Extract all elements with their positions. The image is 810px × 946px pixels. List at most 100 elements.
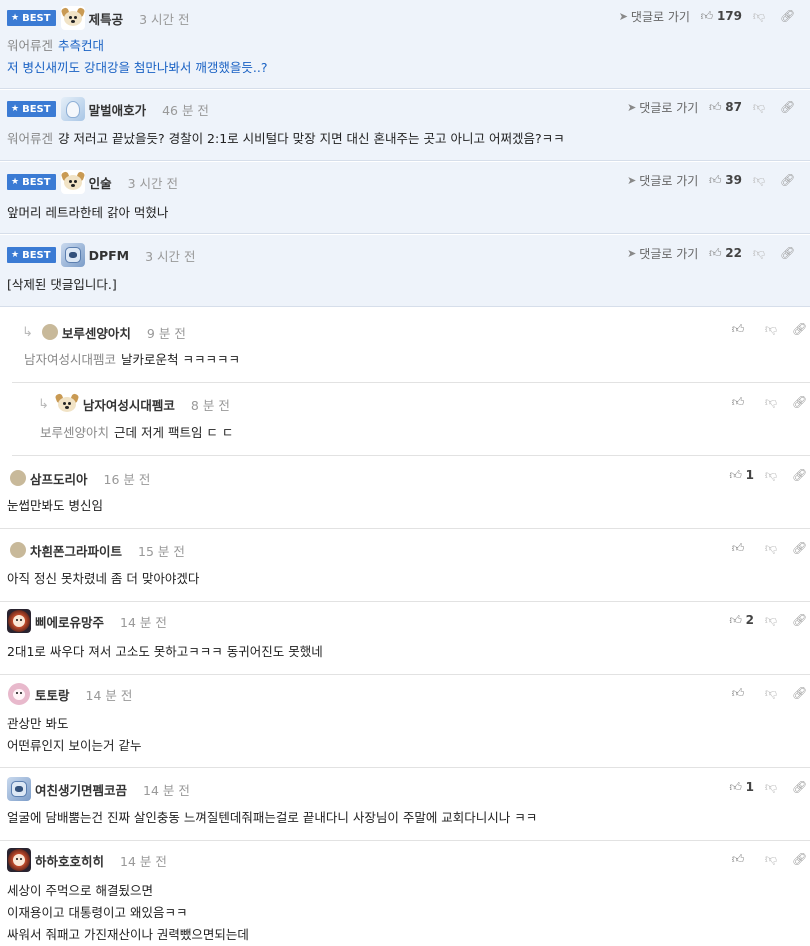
- avatar[interactable]: [54, 392, 79, 416]
- thumbs-up-icon: 👍︎: [709, 172, 722, 187]
- thumbs-down-icon[interactable]: 👎︎: [752, 100, 766, 115]
- upvote-count: 1: [745, 780, 754, 794]
- upvote-button[interactable]: 👍︎: [731, 852, 754, 867]
- comment: ★ BEST 인술 3 시간 전 ➤ 댓글로 가기 👍︎ 39 👎︎ 🔗︎ 앞머리 레…: [0, 162, 810, 234]
- avatar[interactable]: [10, 470, 26, 486]
- go-to-reply-link[interactable]: ➤ 댓글로 가기: [627, 99, 698, 116]
- avatar[interactable]: [41, 324, 58, 340]
- thumbs-up-icon: 👍︎: [709, 99, 722, 114]
- avatar[interactable]: [60, 170, 85, 194]
- nickname[interactable]: 남자여성시대펨코: [83, 395, 175, 414]
- link-icon[interactable]: 🔗︎: [792, 780, 807, 794]
- link-icon[interactable]: 🔗︎: [792, 541, 807, 555]
- upvote-button[interactable]: 👍︎ 179: [700, 9, 742, 24]
- thumbs-up-icon: 👍︎: [731, 851, 745, 866]
- thumbs-down-icon[interactable]: 👎︎: [764, 468, 778, 483]
- go-to-reply-link[interactable]: ➤ 댓글로 가기: [619, 8, 690, 25]
- upvote-button[interactable]: 👍︎: [731, 322, 754, 337]
- thumbs-down-icon[interactable]: 👎︎: [752, 9, 766, 24]
- upvote-button[interactable]: 👍︎ 39: [708, 173, 742, 188]
- nickname[interactable]: 보루센양아치: [62, 323, 131, 342]
- comment-body: 앞머리 레트라한테 갉아 먹혔나: [7, 205, 169, 220]
- upvote-count: 22: [725, 246, 742, 260]
- reply-comment: ↳ 남자여성시대펨코 8 분 전 👍︎ 👎︎ 🔗︎ 보루센양아치 근데 저게 팩트…: [12, 384, 810, 456]
- link-icon[interactable]: 🔗︎: [780, 9, 795, 23]
- paper-plane-icon: ➤: [627, 100, 637, 114]
- link-icon[interactable]: 🔗︎: [792, 468, 807, 482]
- mention[interactable]: 워어류겐: [7, 131, 53, 146]
- go-to-reply-link[interactable]: ➤ 댓글로 가기: [627, 172, 698, 189]
- nickname[interactable]: 삼프도리아: [30, 469, 88, 488]
- nickname[interactable]: 삐에로유망주: [35, 612, 104, 631]
- comment: 여친생기면펨코끔 14 분 전 👍︎ 1 👎︎ 🔗︎ 얼굴에 담배뿜는건 진짜 살…: [0, 769, 810, 841]
- avatar[interactable]: [7, 609, 31, 633]
- avatar[interactable]: [60, 6, 85, 30]
- comment: 삐에로유망주 14 분 전 👍︎ 2 👎︎ 🔗︎ 2대1로 싸우다 져서 고소도 …: [0, 603, 810, 675]
- link-icon[interactable]: 🔗︎: [792, 322, 807, 336]
- nickname[interactable]: 차흰폰그라파이트: [30, 541, 122, 560]
- timestamp: 15 분 전: [138, 543, 185, 559]
- mention[interactable]: 남자여성시대펨코: [24, 352, 116, 367]
- avatar[interactable]: [60, 243, 85, 267]
- link-icon[interactable]: 🔗︎: [792, 852, 807, 866]
- avatar[interactable]: [60, 97, 85, 121]
- reply-arrow-icon: ↳: [22, 324, 33, 340]
- upvote-button[interactable]: 👍︎ 1: [729, 780, 754, 795]
- thumbs-up-icon: 👍︎: [700, 8, 714, 23]
- comment-body: 눈썹만봐도 병신임: [7, 498, 103, 513]
- avatar[interactable]: [10, 542, 26, 558]
- avatar[interactable]: [7, 848, 31, 872]
- nickname[interactable]: 인술: [89, 173, 112, 192]
- avatar[interactable]: [7, 682, 31, 706]
- upvote-button[interactable]: 👍︎ 22: [708, 246, 742, 261]
- link-icon[interactable]: 🔗︎: [780, 246, 795, 260]
- mention[interactable]: 보루센양아치: [40, 425, 109, 440]
- reply-arrow-icon: ↳: [38, 396, 49, 412]
- link-icon[interactable]: 🔗︎: [780, 173, 795, 187]
- thumbs-down-icon[interactable]: 👎︎: [764, 395, 778, 410]
- paper-plane-icon: ➤: [627, 173, 637, 187]
- comment-body: [삭제된 댓글입니다.]: [7, 277, 117, 292]
- nickname[interactable]: 여친생기면펨코끔: [35, 780, 127, 799]
- comment-body: 2대1로 싸우다 져서 고소도 못하고ㅋㅋㅋ 동귀어진도 못했네: [7, 644, 323, 659]
- best-badge: ★ BEST: [7, 10, 56, 26]
- upvote-count: 39: [725, 173, 742, 187]
- thumbs-up-icon: 👍︎: [731, 685, 745, 700]
- comment: 하하호호히히 14 분 전 👍︎ 👎︎ 🔗︎ 세상이 주먹으로 해결됬으면 이재…: [0, 842, 810, 946]
- comment-body: 남자여성시대펨코 날카로운척 ㅋㅋㅋㅋㅋ: [24, 352, 240, 367]
- thumbs-down-icon[interactable]: 👎︎: [764, 613, 778, 628]
- mention[interactable]: 워어류겐: [7, 38, 53, 53]
- star-icon: ★: [11, 250, 20, 260]
- upvote-button[interactable]: 👍︎: [731, 395, 754, 410]
- thumbs-down-icon[interactable]: 👎︎: [764, 541, 778, 556]
- nickname[interactable]: 말벌애호가: [89, 100, 147, 119]
- upvote-button[interactable]: 👍︎: [731, 541, 754, 556]
- thumbs-up-icon: 👍︎: [729, 612, 742, 627]
- upvote-button[interactable]: 👍︎ 2: [729, 613, 754, 628]
- link-icon[interactable]: 🔗︎: [792, 613, 807, 627]
- timestamp: 8 분 전: [190, 397, 230, 413]
- comment: 삼프도리아 16 분 전 👍︎ 1 👎︎ 🔗︎ 눈썹만봐도 병신임: [0, 457, 810, 529]
- thumbs-down-icon[interactable]: 👎︎: [764, 686, 778, 701]
- paper-plane-icon: ➤: [627, 246, 637, 260]
- thumbs-down-icon[interactable]: 👎︎: [764, 780, 778, 795]
- thumbs-down-icon[interactable]: 👎︎: [764, 852, 778, 867]
- link-icon[interactable]: 🔗︎: [792, 686, 807, 700]
- timestamp: 14 분 전: [120, 853, 167, 869]
- avatar[interactable]: [7, 777, 31, 801]
- nickname[interactable]: 제특공: [89, 9, 124, 28]
- nickname[interactable]: 토토랑: [35, 685, 70, 704]
- nickname[interactable]: DPFM: [89, 248, 130, 263]
- thumbs-down-icon[interactable]: 👎︎: [752, 173, 766, 188]
- nickname[interactable]: 하하호호히히: [35, 851, 104, 870]
- thumbs-up-icon: 👍︎: [731, 540, 745, 555]
- best-badge: ★ BEST: [7, 174, 56, 190]
- go-to-reply-link[interactable]: ➤ 댓글로 가기: [627, 245, 698, 262]
- link-icon[interactable]: 🔗︎: [792, 395, 807, 409]
- upvote-button[interactable]: 👍︎ 87: [708, 100, 742, 115]
- thumbs-down-icon[interactable]: 👎︎: [764, 322, 778, 337]
- link-icon[interactable]: 🔗︎: [780, 100, 795, 114]
- thumbs-down-icon[interactable]: 👎︎: [752, 246, 766, 261]
- upvote-button[interactable]: 👍︎: [731, 686, 754, 701]
- upvote-button[interactable]: 👍︎ 1: [729, 468, 754, 483]
